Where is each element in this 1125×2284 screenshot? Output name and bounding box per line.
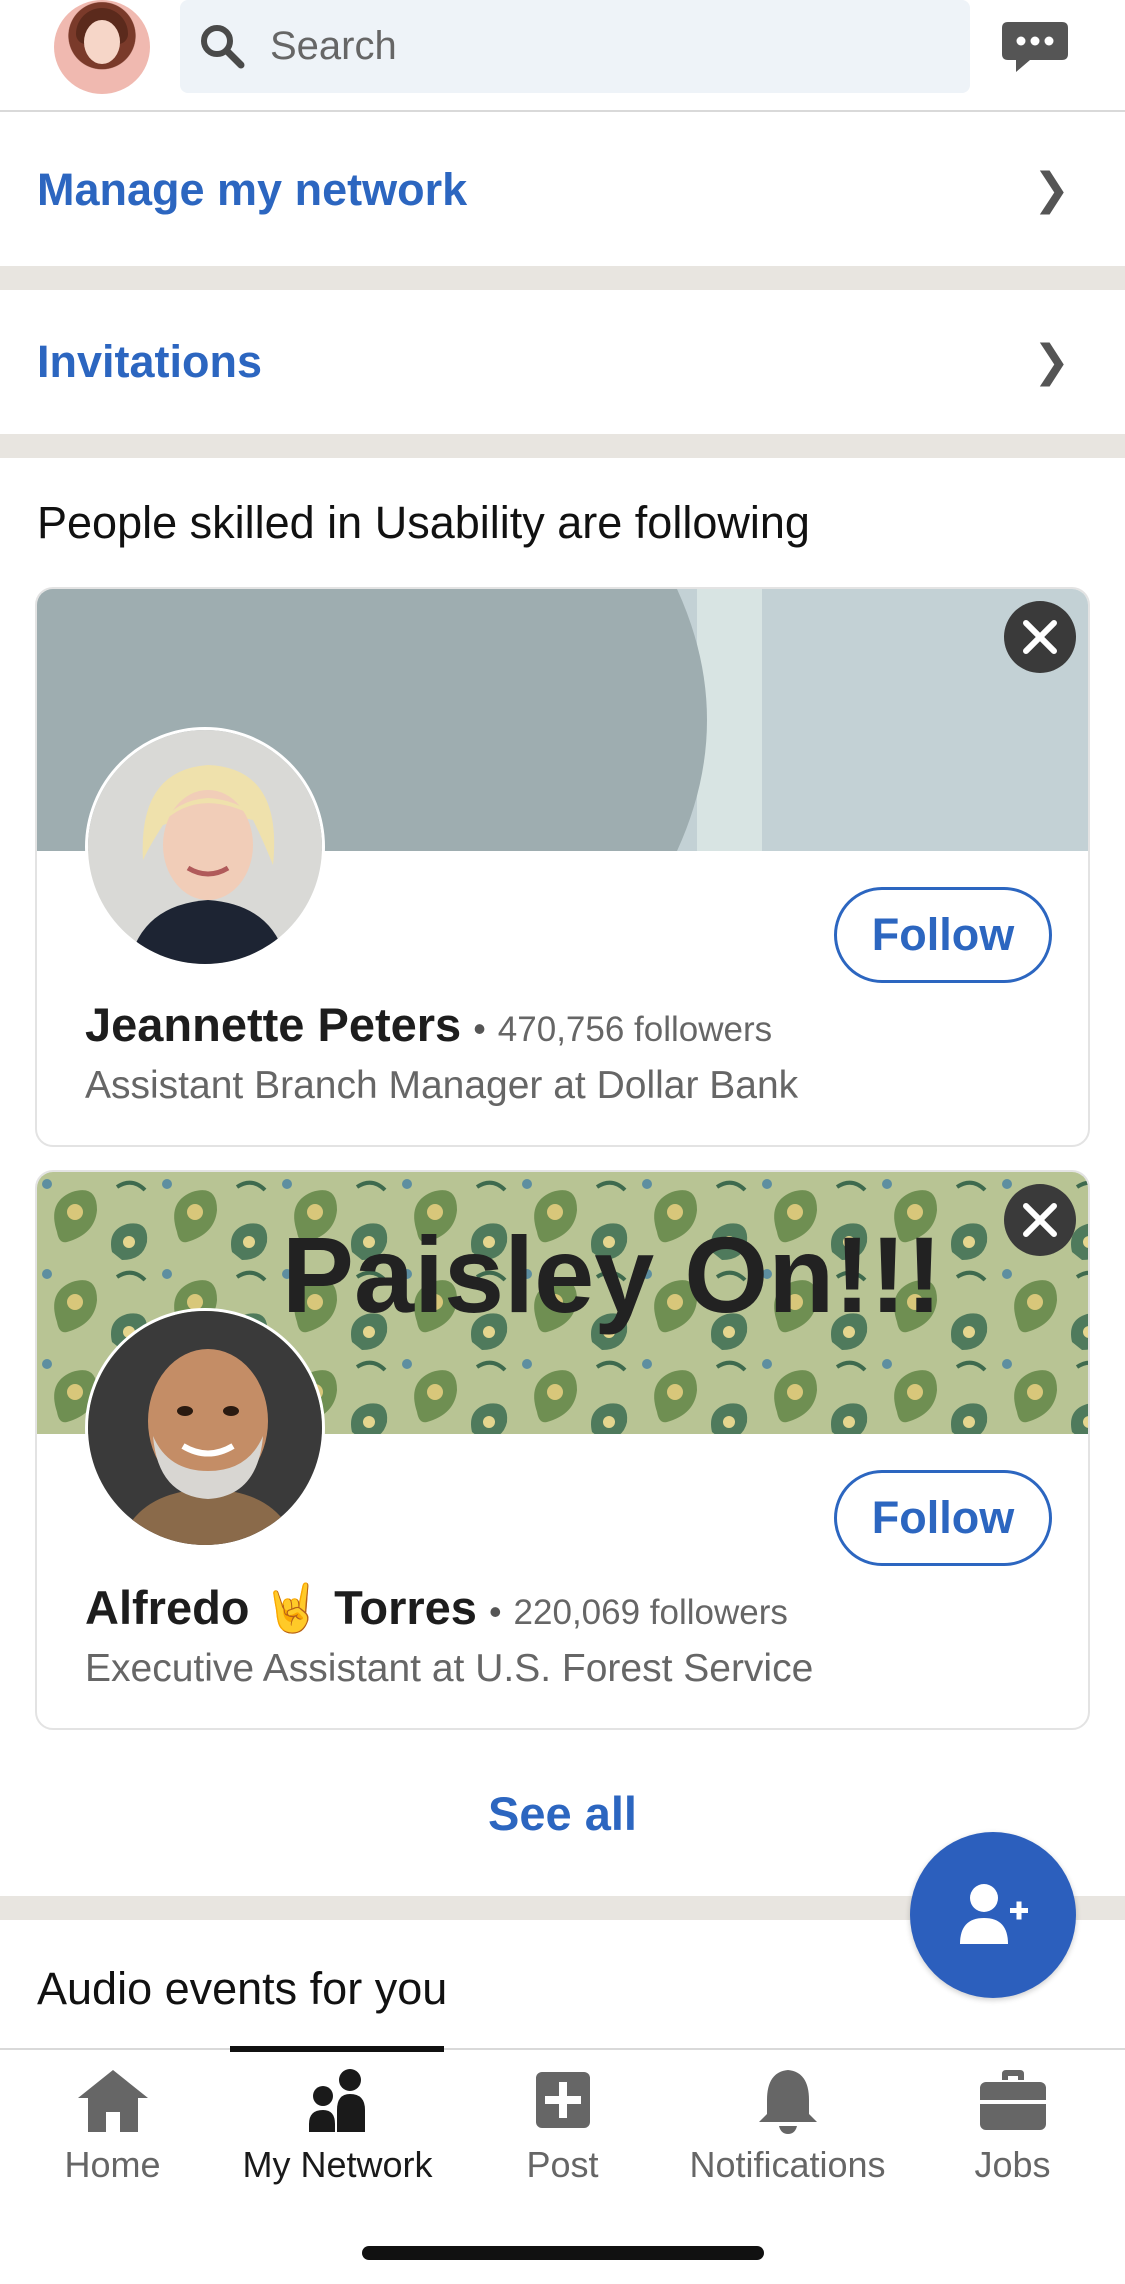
search-input[interactable]: Search (180, 0, 970, 93)
separator-dot: • (488, 1591, 502, 1632)
follower-count: 220,069 followers (513, 1593, 788, 1632)
person-name[interactable]: Jeannette Peters (85, 998, 461, 1051)
nav-label: My Network (242, 2144, 433, 2185)
suggestion-card[interactable]: Follow Jeannette Peters • 470,756 follower… (35, 587, 1090, 1147)
add-person-icon (960, 1884, 1028, 1944)
nav-home[interactable]: Home (0, 2066, 225, 2216)
profile-photo[interactable] (85, 1308, 325, 1548)
dismiss-button[interactable] (1004, 601, 1076, 673)
nav-label: Notifications (689, 2144, 886, 2185)
profile-avatar[interactable] (54, 0, 150, 94)
nav-post[interactable]: Post (450, 2066, 675, 2216)
nav-my-network[interactable]: My Network (225, 2066, 450, 2216)
person-name[interactable]: Alfredo 🤘 Torres (85, 1581, 477, 1634)
nav-jobs[interactable]: Jobs (900, 2066, 1125, 2216)
chevron-right-icon: ❯ (1033, 337, 1070, 386)
section-divider (0, 266, 1125, 290)
nav-label: Home (64, 2144, 161, 2185)
profile-photo[interactable] (85, 727, 325, 967)
messaging-icon[interactable] (1000, 18, 1070, 78)
invitations-label: Invitations (37, 336, 263, 387)
nav-label: Post (526, 2144, 599, 2185)
briefcase-icon (979, 2070, 1046, 2130)
search-icon (201, 25, 245, 69)
follow-button[interactable]: Follow (834, 887, 1052, 983)
banner-text: Paisley On!!! (282, 1214, 942, 1335)
separator-dot: • (473, 1008, 486, 1049)
dismiss-button[interactable] (1004, 1184, 1076, 1256)
person-headline: Assistant Branch Manager at Dollar Bank (85, 1064, 799, 1107)
close-icon (1023, 1203, 1057, 1237)
follower-count: 470,756 followers (497, 1010, 773, 1049)
follow-button[interactable]: Follow (834, 1470, 1052, 1566)
search-placeholder: Search (270, 24, 397, 68)
home-icon (77, 2070, 148, 2132)
home-indicator (362, 2246, 764, 2260)
name-line: Jeannette Peters • 470,756 followers (85, 997, 772, 1052)
active-tab-indicator (230, 2046, 444, 2052)
avatar-face (84, 20, 120, 64)
bell-icon (758, 2070, 817, 2134)
nav-label: Jobs (974, 2144, 1051, 2185)
section-divider (0, 434, 1125, 458)
top-bar: Search (0, 0, 1125, 112)
name-line: Alfredo 🤘 Torres • 220,069 followers (85, 1580, 788, 1636)
add-connection-button[interactable] (910, 1832, 1076, 1998)
manage-network-label: Manage my network (37, 164, 468, 215)
section-title: People skilled in Usability are followin… (37, 497, 810, 548)
see-all-link[interactable]: See all (0, 1786, 1125, 1841)
person-headline: Executive Assistant at U.S. Forest Servi… (85, 1647, 814, 1690)
post-icon (535, 2072, 590, 2128)
invitations-row[interactable]: Invitations ❯ (0, 290, 1125, 434)
suggestion-card[interactable]: Paisley On!!! Follow Alfredo 🤘 Torres • 22… (35, 1170, 1090, 1730)
close-icon (1023, 620, 1057, 654)
chevron-right-icon: ❯ (1033, 165, 1070, 214)
my-network-icon (308, 2069, 365, 2132)
audio-events-title: Audio events for you (37, 1963, 448, 2014)
manage-network-row[interactable]: Manage my network ❯ (0, 114, 1125, 266)
nav-notifications[interactable]: Notifications (675, 2066, 900, 2216)
